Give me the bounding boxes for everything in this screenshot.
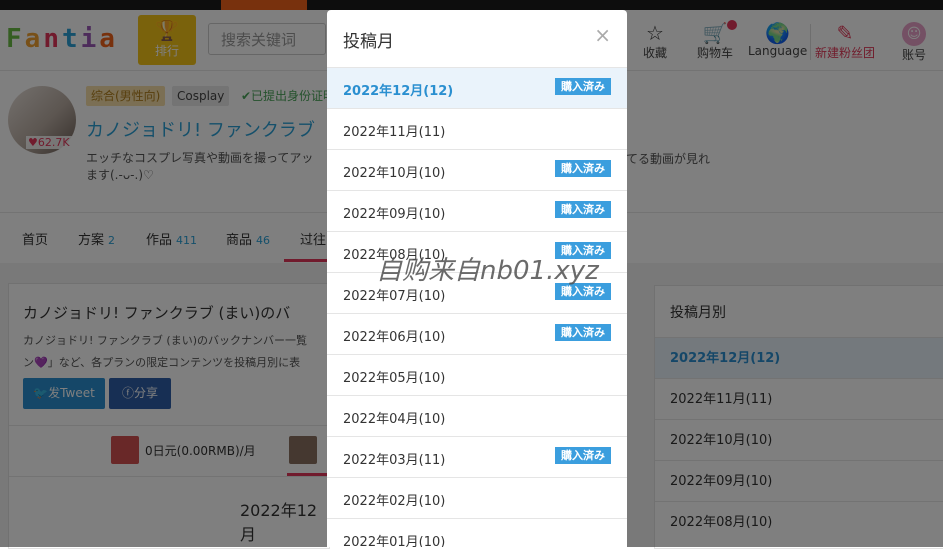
close-icon[interactable]: × bbox=[594, 23, 611, 47]
modal-month-item[interactable]: 2022年04月(10) bbox=[327, 395, 627, 436]
modal-month-item[interactable]: 2022年05月(10) bbox=[327, 354, 627, 395]
month-label: 2022年07月(10) bbox=[343, 289, 446, 304]
purchased-badge: 購入済み bbox=[555, 324, 611, 341]
modal-month-item[interactable]: 2022年02月(10) bbox=[327, 477, 627, 518]
month-label: 2022年05月(10) bbox=[343, 371, 446, 386]
modal-header: 投稿月 × bbox=[327, 10, 627, 68]
modal-month-item[interactable]: 2022年11月(11) bbox=[327, 108, 627, 149]
modal-month-item[interactable]: 2022年06月(10) 購入済み bbox=[327, 313, 627, 354]
modal-month-item[interactable]: 2022年03月(11) 購入済み bbox=[327, 436, 627, 477]
purchased-badge: 購入済み bbox=[555, 201, 611, 218]
month-label: 2022年01月(10) bbox=[343, 535, 446, 547]
month-label: 2022年03月(11) bbox=[343, 453, 446, 468]
modal-month-item[interactable]: 2022年01月(10) bbox=[327, 518, 627, 547]
month-label: 2022年09月(10) bbox=[343, 207, 446, 222]
month-label: 2022年02月(10) bbox=[343, 494, 446, 509]
month-label: 2022年10月(10) bbox=[343, 166, 446, 181]
watermark: 自购来自nb01.xyz bbox=[376, 256, 599, 286]
purchased-badge: 購入済み bbox=[555, 78, 611, 95]
month-label: 2022年06月(10) bbox=[343, 330, 446, 345]
modal-title: 投稿月 bbox=[343, 32, 394, 52]
modal-month-item[interactable]: 2022年10月(10) 購入済み bbox=[327, 149, 627, 190]
purchased-badge: 購入済み bbox=[555, 160, 611, 177]
purchased-badge: 購入済み bbox=[555, 447, 611, 464]
modal-month-item[interactable]: 2022年09月(10) 購入済み bbox=[327, 190, 627, 231]
month-label: 2022年11月(11) bbox=[343, 125, 446, 140]
modal-month-item[interactable]: 2022年12月(12) 購入済み bbox=[327, 67, 627, 108]
month-label: 2022年04月(10) bbox=[343, 412, 446, 427]
month-label: 2022年12月(12) bbox=[343, 84, 454, 99]
